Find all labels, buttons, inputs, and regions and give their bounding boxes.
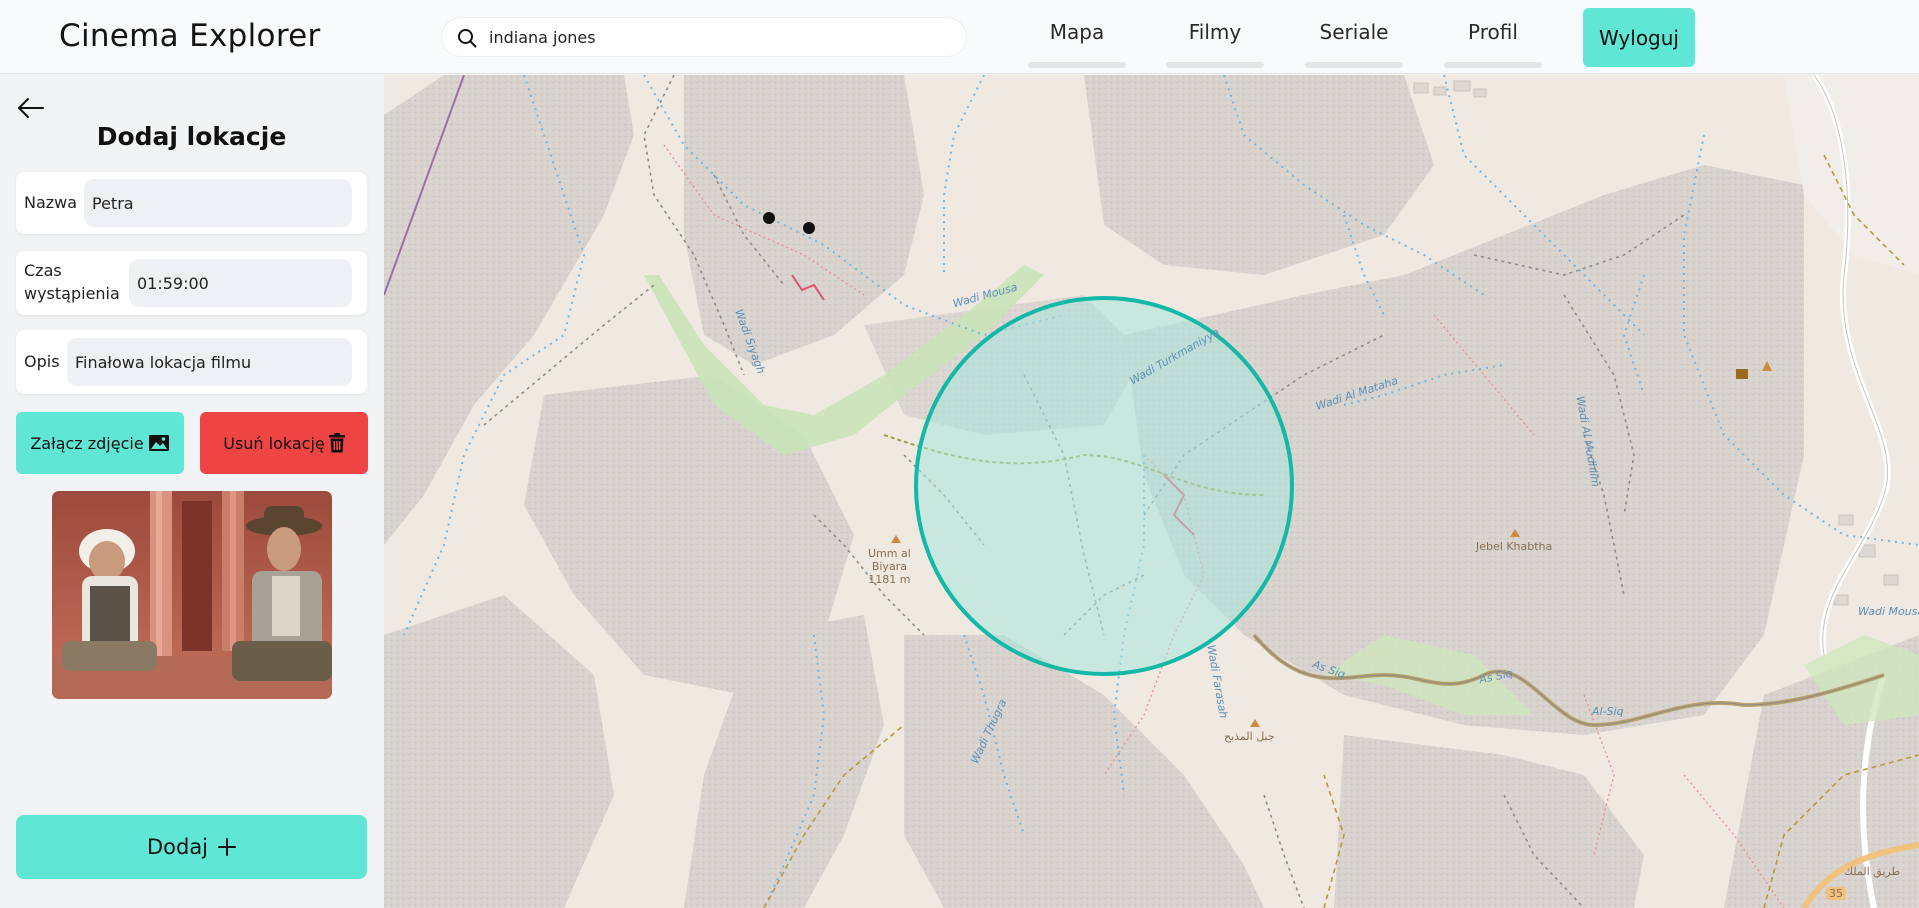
app-title[interactable]: Cinema Explorer	[59, 18, 321, 54]
nav-tab-seriale[interactable]: Seriale	[1305, 12, 1403, 68]
nav-tab-filmy[interactable]: Filmy	[1166, 12, 1264, 68]
time-field-label-line1: Czas	[24, 261, 62, 280]
panel-title: Dodaj lokacje	[96, 122, 287, 151]
castle-icon	[1736, 369, 1748, 379]
time-field-label-line2: wystąpienia	[24, 284, 120, 303]
trash-icon	[328, 433, 345, 453]
attach-photo-label: Załącz zdjęcie	[30, 433, 144, 453]
name-field-label: Nazwa	[24, 193, 78, 212]
arrow-left-icon[interactable]	[17, 97, 45, 119]
nav-tab-label: Filmy	[1188, 20, 1242, 44]
map-label-umm-al-biyara: Umm al Biyara 1181 m	[868, 547, 911, 586]
description-field[interactable]	[67, 338, 352, 386]
search-input[interactable]	[489, 18, 949, 56]
add-label: Dodaj	[146, 835, 209, 859]
nav-tab-underline	[1305, 62, 1403, 68]
map-label: جبل المذبح	[1224, 730, 1275, 743]
top-navbar: Cinema Explorer Mapa Filmy Seriale Profi…	[0, 0, 1919, 74]
nav-tab-underline	[1028, 62, 1126, 68]
nav-tab-label: Mapa	[1049, 20, 1105, 44]
nav-tab-label: Profil	[1468, 20, 1518, 44]
nav-tab-label: Seriale	[1319, 20, 1389, 44]
map-label-line: Biyara	[871, 560, 907, 573]
time-field-label: Czas wystąpienia	[24, 259, 120, 305]
attach-photo-button[interactable]: Załącz zdjęcie	[16, 412, 184, 474]
time-field-card: Czas wystąpienia	[16, 251, 367, 315]
logout-button[interactable]: Wyloguj	[1583, 8, 1695, 67]
location-photo	[52, 491, 332, 699]
description-field-label: Opis	[24, 352, 60, 371]
time-field[interactable]	[129, 259, 352, 307]
map-label-line: Umm al	[868, 547, 911, 560]
nav-tab-profil[interactable]: Profil	[1444, 12, 1542, 68]
map-canvas[interactable]	[384, 75, 1919, 908]
search-icon	[458, 29, 477, 48]
plus-icon	[218, 838, 237, 856]
map-view[interactable]: Wadi Mousa Wadi Siyagh Wadi Turkmaniyya …	[384, 75, 1919, 908]
map-label: Jebel Khabtha	[1476, 540, 1553, 553]
remove-location-label: Usuń lokację	[223, 433, 325, 453]
remove-location-button[interactable]: Usuń lokację	[200, 412, 368, 474]
description-field-card: Opis	[16, 330, 367, 394]
name-field[interactable]	[84, 179, 352, 227]
nav-tab-underline	[1166, 62, 1264, 68]
name-field-card: Nazwa	[16, 172, 367, 234]
map-label-line: 1181 m	[868, 573, 911, 586]
add-location-button[interactable]: Dodaj	[16, 815, 367, 879]
map-label: Al-Siq	[1592, 705, 1624, 718]
nav-tab-underline	[1444, 62, 1542, 68]
road-number-badge: 35	[1826, 887, 1846, 900]
image-icon	[148, 435, 169, 451]
search-bar[interactable]	[441, 17, 967, 57]
add-location-panel: Dodaj lokacje Nazwa Czas wystąpienia Opi…	[0, 75, 383, 908]
location-radius-circle[interactable]	[914, 296, 1294, 676]
map-label: Wadi Mousa	[1858, 605, 1919, 618]
map-label: طريق الملك	[1844, 865, 1901, 878]
nav-tab-mapa[interactable]: Mapa	[1028, 12, 1126, 68]
